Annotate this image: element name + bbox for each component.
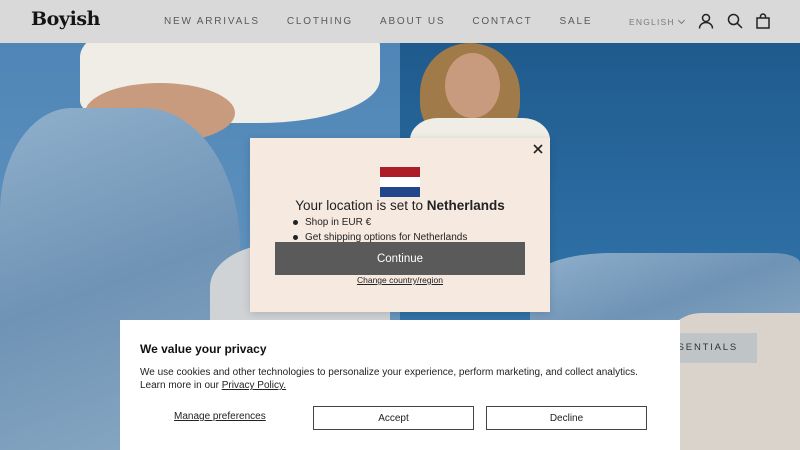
nav-about-us[interactable]: ABOUT US: [380, 16, 445, 27]
main-nav: NEW ARRIVALS CLOTHING ABOUT US CONTACT S…: [164, 16, 619, 27]
location-country: Netherlands: [426, 198, 505, 213]
list-item: Shop in EUR €: [293, 215, 467, 230]
flag-stripe-white: [380, 177, 420, 187]
cookie-description-text: We use cookies and other technologies to…: [140, 367, 638, 391]
nav-sale[interactable]: SALE: [560, 16, 593, 27]
nav-clothing[interactable]: CLOTHING: [287, 16, 353, 27]
netherlands-flag-icon: [380, 167, 420, 197]
cookie-description: We use cookies and other technologies to…: [140, 366, 665, 392]
cart-icon[interactable]: [755, 13, 771, 29]
location-title: Your location is set to Netherlands: [250, 198, 550, 213]
close-icon[interactable]: [532, 143, 544, 155]
change-country-link[interactable]: Change country/region: [250, 275, 550, 285]
chevron-down-icon: [677, 16, 685, 25]
nav-contact[interactable]: CONTACT: [472, 16, 532, 27]
language-selector[interactable]: ENGLISH: [629, 16, 685, 27]
search-icon[interactable]: [727, 13, 743, 29]
cookie-banner: We value your privacy We use cookies and…: [120, 320, 680, 450]
nav-new-arrivals[interactable]: NEW ARRIVALS: [164, 16, 260, 27]
language-label: ENGLISH: [629, 17, 675, 27]
location-modal: Your location is set to Netherlands Shop…: [250, 138, 550, 312]
flag-stripe-red: [380, 167, 420, 177]
cookie-title: We value your privacy: [140, 342, 267, 356]
brand-logo[interactable]: Boyish: [31, 8, 101, 30]
decline-button[interactable]: Decline: [486, 406, 647, 430]
location-title-prefix: Your location is set to: [295, 198, 427, 213]
manage-preferences-link[interactable]: Manage preferences: [174, 411, 266, 422]
privacy-policy-link[interactable]: Privacy Policy.: [222, 380, 286, 391]
accept-button[interactable]: Accept: [313, 406, 474, 430]
site-header: Boyish NEW ARRIVALS CLOTHING ABOUT US CO…: [0, 0, 800, 43]
account-icon[interactable]: [698, 13, 714, 29]
location-benefits-list: Shop in EUR € Get shipping options for N…: [293, 215, 467, 245]
flag-stripe-blue: [380, 187, 420, 197]
continue-button[interactable]: Continue: [275, 242, 525, 275]
hero-face-shape: [445, 53, 500, 118]
